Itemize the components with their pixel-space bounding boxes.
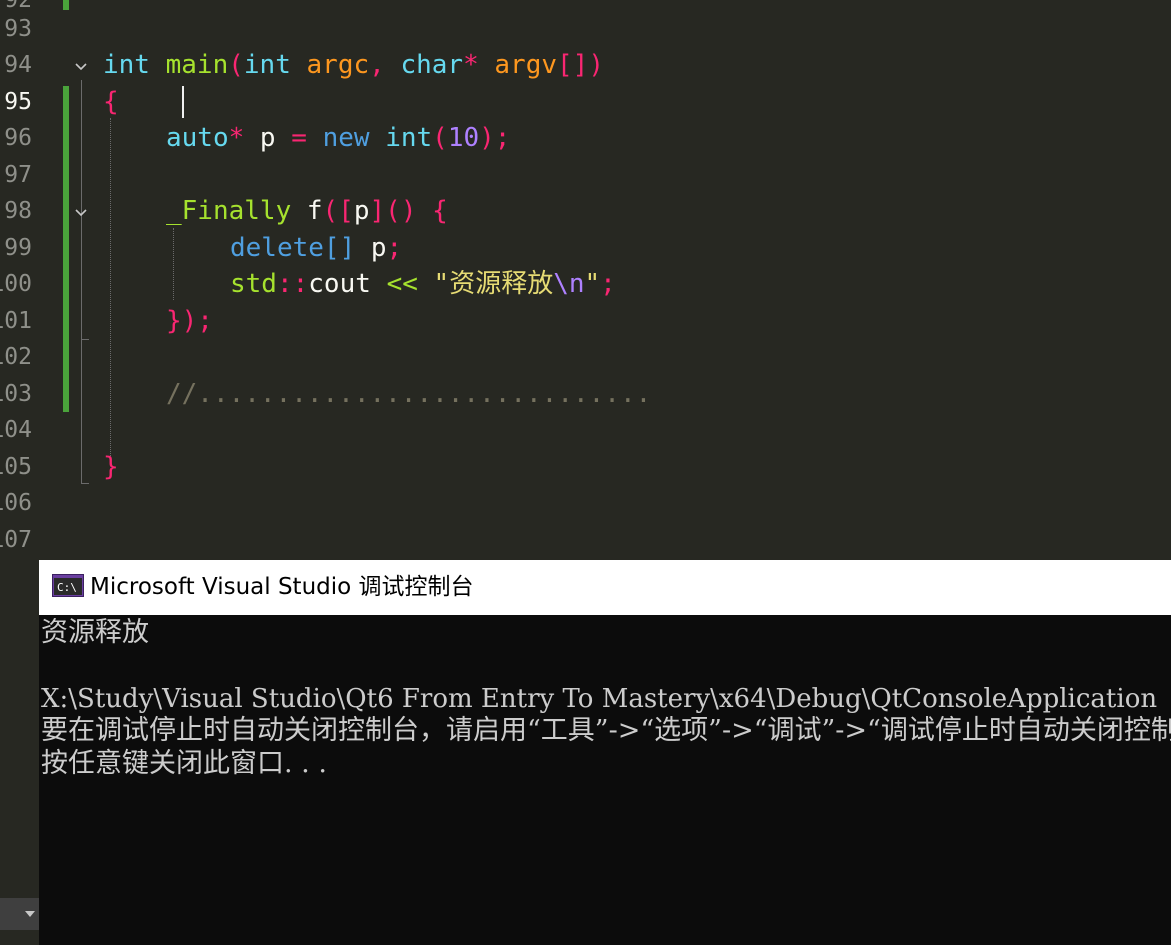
line-number: 95	[4, 89, 32, 115]
code-line[interactable]: 106	[0, 485, 1171, 521]
code-text: _Finally f([p]() {	[166, 196, 448, 226]
code-line[interactable]: 105 }	[0, 449, 1171, 485]
fold-chevron-icon[interactable]	[73, 59, 89, 75]
console-line: 资源释放	[41, 617, 149, 648]
console-app-icon: C:\	[52, 574, 84, 597]
code-text: std::cout << "资源释放\n";	[230, 269, 616, 299]
code-text: auto* p = new int(10);	[166, 123, 511, 153]
editor-gutter-strip	[0, 560, 39, 945]
code-line[interactable]: 103 //.............................	[0, 376, 1171, 412]
code-text: int main(int argc, char* argv[])	[103, 50, 604, 80]
console-line: 要在调试停止时自动关闭控制台，请启用“工具”->“选项”->“调试”->“调试停…	[41, 715, 1171, 746]
code-line[interactable]: 101 });	[0, 303, 1171, 339]
code-line[interactable]: 95 {	[0, 84, 1171, 120]
line-number: 94	[4, 52, 32, 78]
dropdown-button[interactable]	[0, 898, 39, 930]
code-text: delete[] p;	[230, 233, 403, 263]
code-line[interactable]: 102	[0, 339, 1171, 375]
fold-chevron-icon[interactable]	[73, 205, 89, 221]
console-titlebar[interactable]: C:\ Microsoft Visual Studio 调试控制台	[39, 560, 1171, 615]
code-line[interactable]: 107	[0, 522, 1171, 558]
code-line[interactable]: 97	[0, 157, 1171, 193]
line-number: 104	[0, 417, 32, 443]
code-editor[interactable]: 92 93 94 int main(int argc, char* argv[]…	[0, 0, 1171, 560]
code-line[interactable]: 100 std::cout << "资源释放\n";	[0, 266, 1171, 302]
line-number: 98	[4, 198, 32, 224]
line-number: 93	[4, 16, 32, 42]
line-number: 106	[0, 490, 32, 516]
code-comment: //.............................	[166, 379, 652, 409]
code-line[interactable]: 99 delete[] p;	[0, 230, 1171, 266]
code-line[interactable]: 93	[0, 11, 1171, 47]
code-line[interactable]: 98 _Finally f([p]() {	[0, 193, 1171, 229]
line-number: 105	[0, 454, 32, 480]
console-line: X:\Study\Visual Studio\Qt6 From Entry To…	[41, 684, 1158, 714]
line-number: 96	[4, 125, 32, 151]
svg-text:C:\: C:\	[57, 581, 77, 594]
chevron-down-icon	[25, 911, 35, 917]
window-title: Microsoft Visual Studio 调试控制台	[90, 574, 474, 600]
console-line: 按任意键关闭此窗口. . .	[41, 748, 327, 779]
line-number: 102	[0, 344, 32, 370]
code-text: });	[166, 306, 213, 336]
line-number: 100	[0, 271, 32, 297]
console-output[interactable]: 资源释放 X:\Study\Visual Studio\Qt6 From Ent…	[39, 615, 1171, 945]
line-number: 107	[0, 527, 32, 553]
line-number: 99	[4, 235, 32, 261]
line-number: 101	[0, 308, 32, 334]
code-line[interactable]: 94 int main(int argc, char* argv[])	[0, 47, 1171, 83]
line-number: 103	[0, 381, 32, 407]
code-line[interactable]: 96 auto* p = new int(10);	[0, 120, 1171, 156]
code-line[interactable]: 104	[0, 412, 1171, 448]
line-number: 97	[4, 162, 32, 188]
code-text: {	[103, 87, 119, 117]
text-caret	[182, 86, 184, 118]
fold-end-mark	[81, 339, 89, 340]
code-text: }	[103, 452, 119, 482]
fold-end-mark	[81, 483, 89, 484]
debug-console-window[interactable]: C:\ Microsoft Visual Studio 调试控制台 资源释放 X…	[39, 560, 1171, 945]
